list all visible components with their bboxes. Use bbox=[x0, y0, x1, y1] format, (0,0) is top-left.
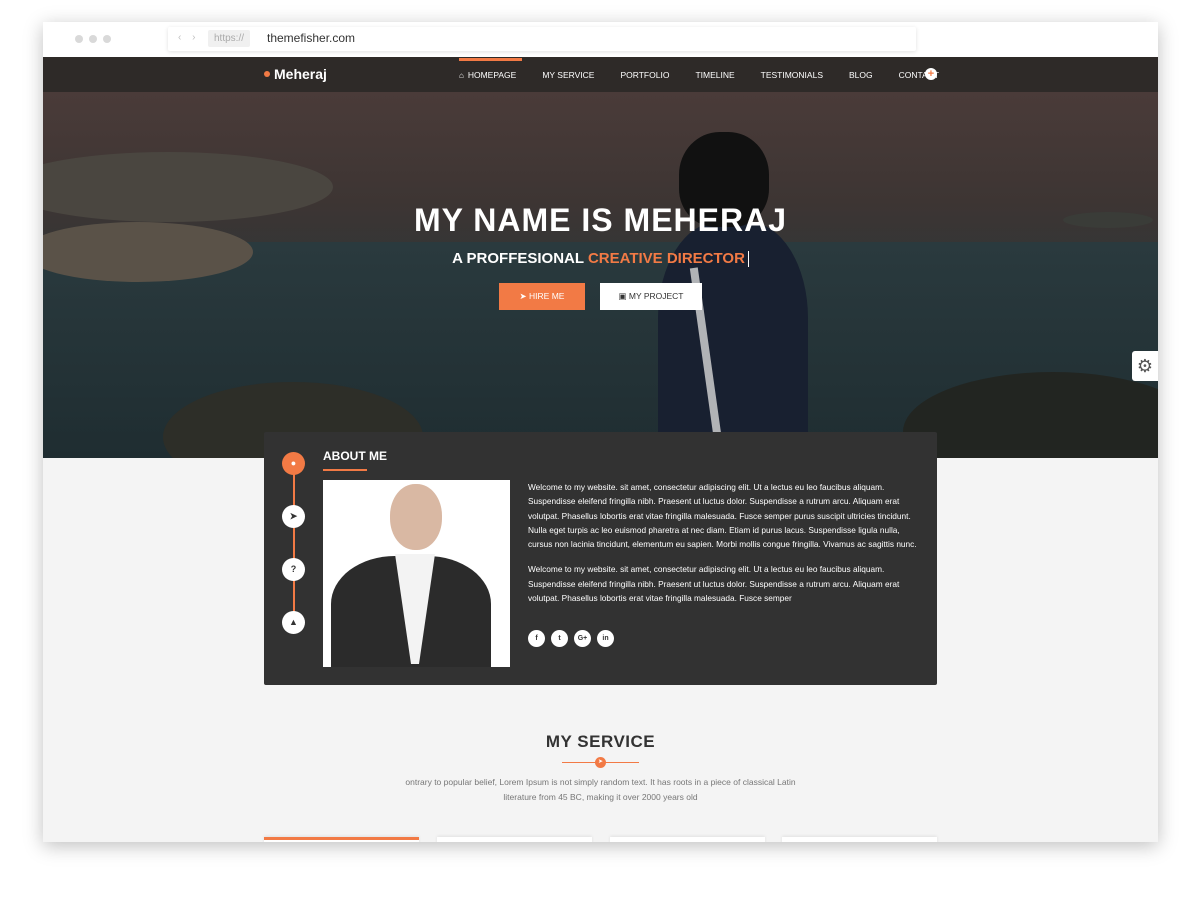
hire-me-button[interactable]: ➤ HIRE ME bbox=[499, 283, 585, 310]
about-paragraph: Welcome to my website. sit amet, consect… bbox=[528, 482, 917, 550]
about-paragraph: Welcome to my website. sit amet, consect… bbox=[528, 564, 900, 604]
typing-caret bbox=[747, 251, 749, 268]
nav-item-testimonials[interactable]: TESTIMONIALS bbox=[761, 70, 823, 80]
rocket-icon[interactable]: ➤ bbox=[282, 505, 305, 528]
service-card[interactable] bbox=[437, 837, 592, 842]
graduation-icon[interactable]: ▲ bbox=[282, 611, 305, 634]
hero-subtitle-accent: CREATIVE DIRECTOR bbox=[587, 250, 745, 267]
service-description: ontrary to popular belief, Lorem Ipsum i… bbox=[393, 775, 808, 804]
service-card[interactable] bbox=[610, 837, 765, 842]
hero-section: MY NAME IS MEHERAJ A PROFFESIONAL CREATI… bbox=[43, 92, 1158, 458]
hero-subtitle: A PROFFESIONAL CREATIVE DIRECTOR bbox=[43, 250, 1158, 268]
hire-me-label: HIRE ME bbox=[529, 291, 565, 301]
brand-name: Meheraj bbox=[274, 66, 327, 82]
social-links: f t G+ in bbox=[528, 630, 614, 647]
service-description-line: literature from 45 BC, making it over 20… bbox=[503, 791, 698, 802]
hero-subtitle-prefix: A PROFFESIONAL bbox=[452, 250, 584, 267]
my-project-button[interactable]: ▣ MY PROJECT bbox=[600, 283, 702, 310]
linkedin-icon[interactable]: in bbox=[597, 630, 614, 647]
window-dot[interactable] bbox=[103, 35, 111, 43]
service-description-line: ontrary to popular belief, Lorem Ipsum i… bbox=[405, 777, 796, 787]
question-icon[interactable]: ? bbox=[282, 558, 305, 581]
back-forward-icon[interactable]: ‹ › bbox=[178, 32, 199, 43]
hero-title: MY NAME IS MEHERAJ bbox=[413, 202, 787, 238]
plus-icon[interactable]: + bbox=[925, 68, 937, 80]
user-icon[interactable]: ● bbox=[282, 452, 305, 475]
photo-head bbox=[390, 484, 442, 550]
nav-item-timeline[interactable]: TIMELINE bbox=[695, 70, 734, 80]
address-bar[interactable]: ‹ › https:// themefisher.com bbox=[168, 27, 916, 51]
about-text: Welcome to my website. sit amet, consect… bbox=[528, 480, 923, 616]
window-dot[interactable] bbox=[89, 35, 97, 43]
timeline-line bbox=[293, 464, 295, 624]
nav-label: HOMEPAGE bbox=[467, 69, 517, 80]
nav-item-portfolio[interactable]: PORTFOLIO bbox=[620, 70, 669, 80]
service-card[interactable] bbox=[782, 837, 937, 842]
briefcase-icon: ▣ bbox=[618, 291, 629, 301]
home-icon: ⌂ bbox=[459, 70, 464, 80]
google-plus-icon[interactable]: G+ bbox=[574, 630, 591, 647]
service-title: MY SERVICE bbox=[545, 732, 656, 751]
profile-photo bbox=[323, 480, 510, 667]
nav-item-blog[interactable]: BLOG bbox=[849, 70, 873, 80]
twitter-icon[interactable]: t bbox=[551, 630, 568, 647]
rocket-icon: ➤ bbox=[519, 291, 530, 301]
window-controls bbox=[75, 35, 111, 43]
nav-item-homepage[interactable]: ⌂ HOMEPAGE bbox=[459, 57, 523, 80]
address-protocol: https:// bbox=[208, 30, 251, 47]
about-card: ● ➤ ? ▲ ABOUT ME Welcome to my website. … bbox=[264, 432, 937, 685]
gear-icon[interactable]: ⚙ bbox=[1132, 351, 1158, 381]
browser-window: ‹ › https:// themefisher.com Meheraj ⌂ HO… bbox=[43, 22, 1158, 842]
nav-menu: ⌂ HOMEPAGE MY SERVICE PORTFOLIO TIMELINE … bbox=[459, 57, 965, 92]
window-dot[interactable] bbox=[75, 35, 83, 43]
facebook-icon[interactable]: f bbox=[528, 630, 545, 647]
rocket-icon: ➤ bbox=[595, 757, 606, 768]
nav-item-my-service[interactable]: MY SERVICE bbox=[542, 70, 594, 80]
about-title-underline bbox=[323, 469, 367, 471]
brand-dot-icon bbox=[264, 71, 270, 78]
about-title: ABOUT ME bbox=[323, 449, 387, 463]
site-navbar: Meheraj ⌂ HOMEPAGE MY SERVICE PORTFOLIO T… bbox=[43, 57, 1158, 92]
my-project-label: MY PROJECT bbox=[628, 291, 684, 301]
address-host[interactable]: themefisher.com bbox=[267, 31, 355, 45]
service-card[interactable] bbox=[264, 837, 419, 842]
brand-logo[interactable]: Meheraj bbox=[264, 66, 327, 82]
browser-chrome: ‹ › https:// themefisher.com bbox=[43, 22, 1158, 57]
